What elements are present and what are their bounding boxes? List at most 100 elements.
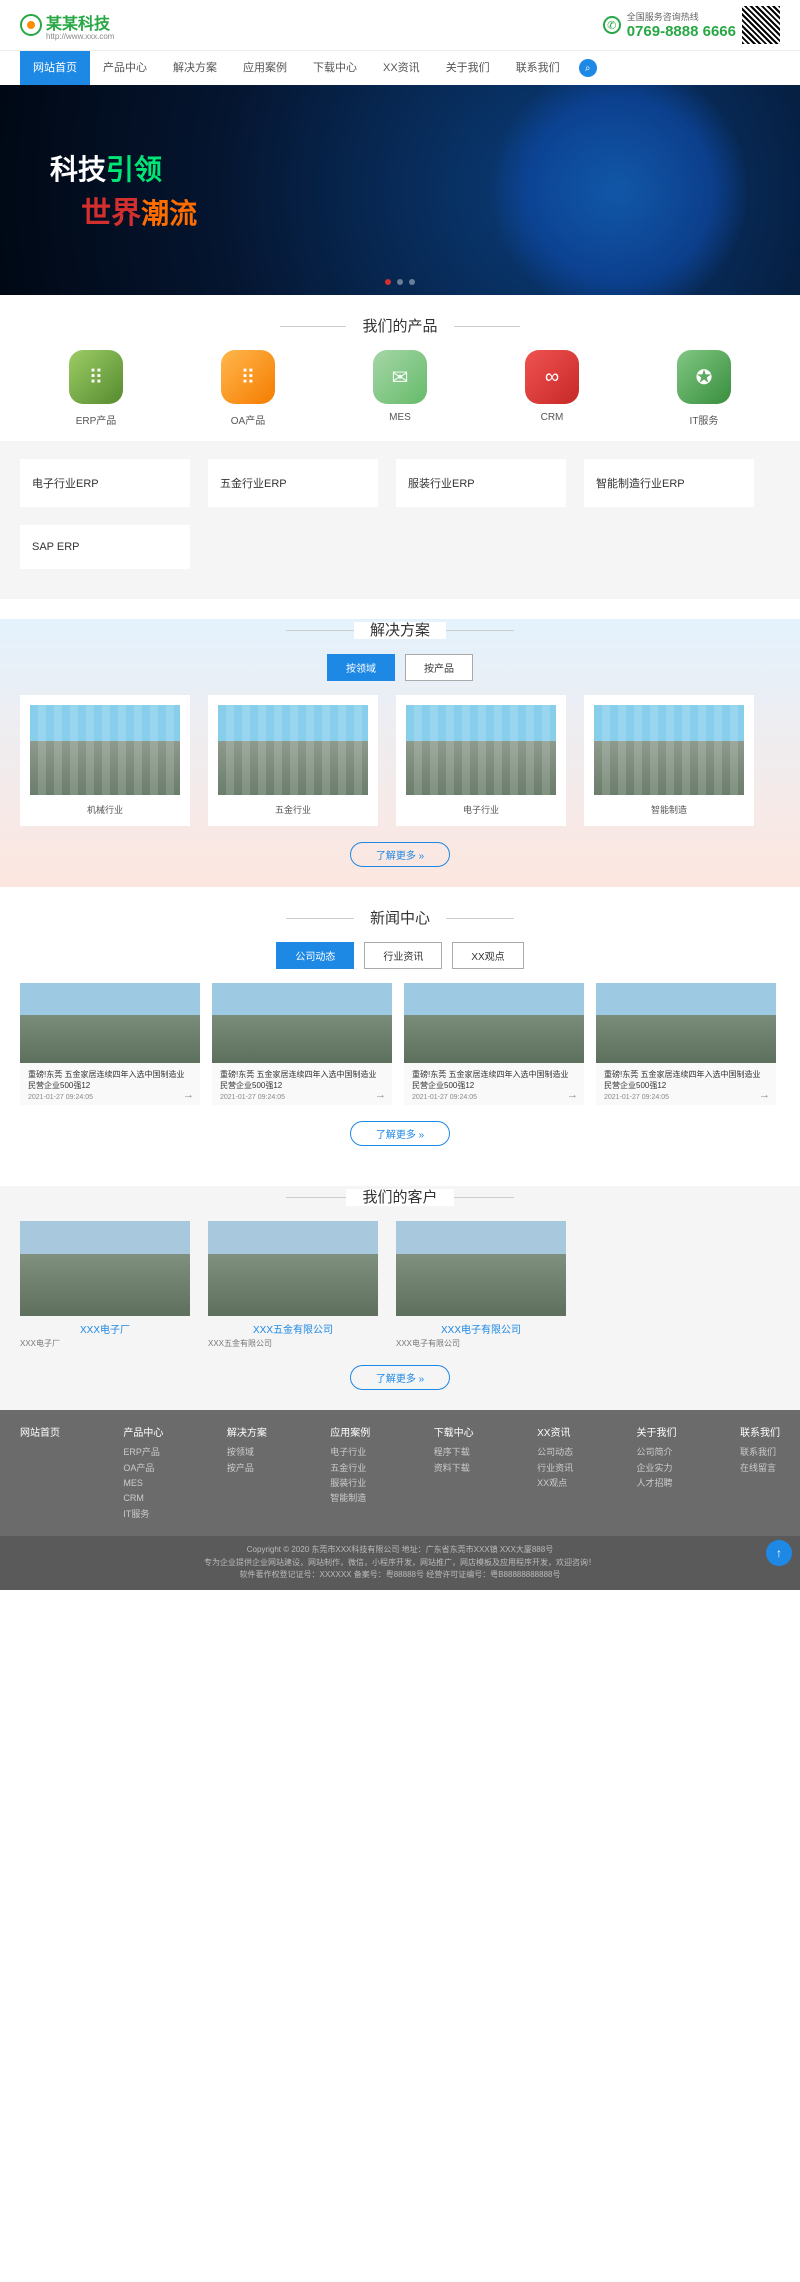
news-section: 新闻中心 公司动态 行业资讯 XX观点 重磅!东莞 五金家居连续四年入选中国制造… xyxy=(0,907,800,1166)
search-icon[interactable]: ⌕ xyxy=(579,59,597,77)
nav-downloads[interactable]: 下载中心 xyxy=(300,51,370,85)
solution-smart[interactable]: 智能制造 xyxy=(584,695,754,826)
customer-img xyxy=(20,1221,190,1316)
footer-heading[interactable]: 产品中心 xyxy=(123,1424,163,1439)
products-title: 我们的产品 xyxy=(0,315,800,336)
customers-title: 我们的客户 xyxy=(20,1186,780,1207)
solutions-more-button[interactable]: 了解更多 » xyxy=(350,842,450,867)
customer-card[interactable]: XXX电子有限公司XXX电子有限公司 xyxy=(396,1221,566,1349)
tab-company-news[interactable]: 公司动态 xyxy=(276,942,354,969)
footer-link[interactable]: 在线留言 xyxy=(740,1461,780,1476)
banner-pager[interactable] xyxy=(385,279,415,285)
hotline-number: 0769-8888 6666 xyxy=(627,23,736,40)
footer-link[interactable]: 服装行业 xyxy=(330,1476,370,1491)
arrow-icon: → xyxy=(375,1089,386,1101)
footer-link[interactable]: 公司简介 xyxy=(637,1445,677,1460)
cat-apparel-erp[interactable]: 服装行业ERP xyxy=(396,459,566,507)
nav-cases[interactable]: 应用案例 xyxy=(230,51,300,85)
news-more-button[interactable]: 了解更多 » xyxy=(350,1121,450,1146)
footer-col: 网站首页 xyxy=(20,1424,60,1521)
news-card[interactable]: 重磅!东莞 五金家居连续四年入选中国制造业民营企业500强122021-01-2… xyxy=(596,983,776,1105)
news-card[interactable]: 重磅!东莞 五金家居连续四年入选中国制造业民营企业500强122021-01-2… xyxy=(20,983,200,1105)
footer-link[interactable]: 人才招聘 xyxy=(637,1476,677,1491)
qr-code xyxy=(742,6,780,44)
nav-about[interactable]: 关于我们 xyxy=(433,51,503,85)
product-crm[interactable]: ∞CRM xyxy=(525,350,579,427)
customer-card[interactable]: XXX五金有限公司XXX五金有限公司 xyxy=(208,1221,378,1349)
hotline: ✆ 全国服务咨询热线 0769-8888 6666 xyxy=(603,6,780,44)
product-mes[interactable]: ✉MES xyxy=(373,350,427,427)
footer-link[interactable]: 智能制造 xyxy=(330,1491,370,1506)
footer-heading[interactable]: 关于我们 xyxy=(637,1424,677,1439)
footer-heading[interactable]: 解决方案 xyxy=(227,1424,267,1439)
footer-col: XX资讯公司动态行业资讯XX观点 xyxy=(537,1424,573,1521)
footer-link[interactable]: 行业资讯 xyxy=(537,1461,573,1476)
footer-col: 产品中心 ERP产品OA产品MESCRMIT服务 xyxy=(123,1424,163,1521)
footer-link[interactable]: 资料下载 xyxy=(434,1461,474,1476)
nav-products[interactable]: 产品中心 xyxy=(90,51,160,85)
solution-img xyxy=(594,705,744,795)
footer-link[interactable]: 公司动态 xyxy=(537,1445,573,1460)
footer-link[interactable]: 按领域 xyxy=(227,1445,267,1460)
footer-link[interactable]: MES xyxy=(123,1476,163,1491)
footer-link[interactable]: ERP产品 xyxy=(123,1445,163,1460)
footer-link[interactable]: 联系我们 xyxy=(740,1445,780,1460)
tab-views[interactable]: XX观点 xyxy=(452,942,523,969)
copyright: Copyright © 2020 东莞市XXX科技有限公司 地址：广东省东莞市X… xyxy=(0,1536,800,1590)
solutions-title: 解决方案 xyxy=(20,619,780,640)
customer-img xyxy=(396,1221,566,1316)
footer-link[interactable]: 企业实力 xyxy=(637,1461,677,1476)
product-oa[interactable]: ⠿OA产品 xyxy=(221,350,275,427)
solution-electronics[interactable]: 电子行业 xyxy=(396,695,566,826)
cat-smart-erp[interactable]: 智能制造行业ERP xyxy=(584,459,754,507)
customer-card[interactable]: XXX电子厂XXX电子厂 xyxy=(20,1221,190,1349)
news-card[interactable]: 重磅!东莞 五金家居连续四年入选中国制造业民营企业500强122021-01-2… xyxy=(212,983,392,1105)
footer-link[interactable]: 按产品 xyxy=(227,1461,267,1476)
footer-heading[interactable]: 下载中心 xyxy=(434,1424,474,1439)
footer-link[interactable]: CRM xyxy=(123,1491,163,1506)
nav-solutions[interactable]: 解决方案 xyxy=(160,51,230,85)
footer-col: 应用案例电子行业五金行业服装行业智能制造 xyxy=(330,1424,370,1521)
footer-link[interactable]: IT服务 xyxy=(123,1507,163,1522)
customer-img xyxy=(208,1221,378,1316)
customers-more-button[interactable]: 了解更多 » xyxy=(350,1365,450,1390)
back-to-top-button[interactable]: ↑ xyxy=(766,1540,792,1566)
solution-img xyxy=(406,705,556,795)
nav-home[interactable]: 网站首页 xyxy=(20,51,90,85)
news-img xyxy=(596,983,776,1063)
solution-hardware[interactable]: 五金行业 xyxy=(208,695,378,826)
footer-link[interactable]: 电子行业 xyxy=(330,1445,370,1460)
news-img xyxy=(20,983,200,1063)
tab-by-domain[interactable]: 按领域 xyxy=(327,654,395,681)
news-card[interactable]: 重磅!东莞 五金家居连续四年入选中国制造业民营企业500强122021-01-2… xyxy=(404,983,584,1105)
footer-heading[interactable]: 网站首页 xyxy=(20,1424,60,1439)
nav-news[interactable]: XX资讯 xyxy=(370,51,433,85)
product-erp[interactable]: ⠿ERP产品 xyxy=(69,350,123,427)
solution-machinery[interactable]: 机械行业 xyxy=(20,695,190,826)
logo-icon xyxy=(20,14,42,36)
cat-electronics-erp[interactable]: 电子行业ERP xyxy=(20,459,190,507)
footer-heading[interactable]: 应用案例 xyxy=(330,1424,370,1439)
oa-icon: ⠿ xyxy=(221,350,275,404)
cat-hardware-erp[interactable]: 五金行业ERP xyxy=(208,459,378,507)
product-it[interactable]: ✪IT服务 xyxy=(677,350,731,427)
tab-industry-news[interactable]: 行业资讯 xyxy=(364,942,442,969)
product-icon-row: ⠿ERP产品 ⠿OA产品 ✉MES ∞CRM ✪IT服务 xyxy=(0,350,800,441)
footer-link[interactable]: OA产品 xyxy=(123,1461,163,1476)
footer-link[interactable]: 程序下载 xyxy=(434,1445,474,1460)
footer-link[interactable]: XX观点 xyxy=(537,1476,573,1491)
product-categories: 电子行业ERP 五金行业ERP 服装行业ERP 智能制造行业ERP SAP ER… xyxy=(0,441,800,599)
nav-contact[interactable]: 联系我们 xyxy=(503,51,573,85)
arrow-icon: → xyxy=(183,1089,194,1101)
logo[interactable]: 某某科技 http://www.xxx.com xyxy=(20,10,114,41)
customers-section: 我们的客户 XXX电子厂XXX电子厂 XXX五金有限公司XXX五金有限公司 XX… xyxy=(0,1186,800,1410)
mes-icon: ✉ xyxy=(373,350,427,404)
cat-sap-erp[interactable]: SAP ERP xyxy=(20,525,190,569)
footer-heading[interactable]: XX资讯 xyxy=(537,1424,573,1439)
phone-icon: ✆ xyxy=(603,16,621,34)
tab-by-product[interactable]: 按产品 xyxy=(405,654,473,681)
footer-heading[interactable]: 联系我们 xyxy=(740,1424,780,1439)
footer-col: 下载中心程序下载资料下载 xyxy=(434,1424,474,1521)
footer-link[interactable]: 五金行业 xyxy=(330,1461,370,1476)
arrow-icon: → xyxy=(567,1089,578,1101)
